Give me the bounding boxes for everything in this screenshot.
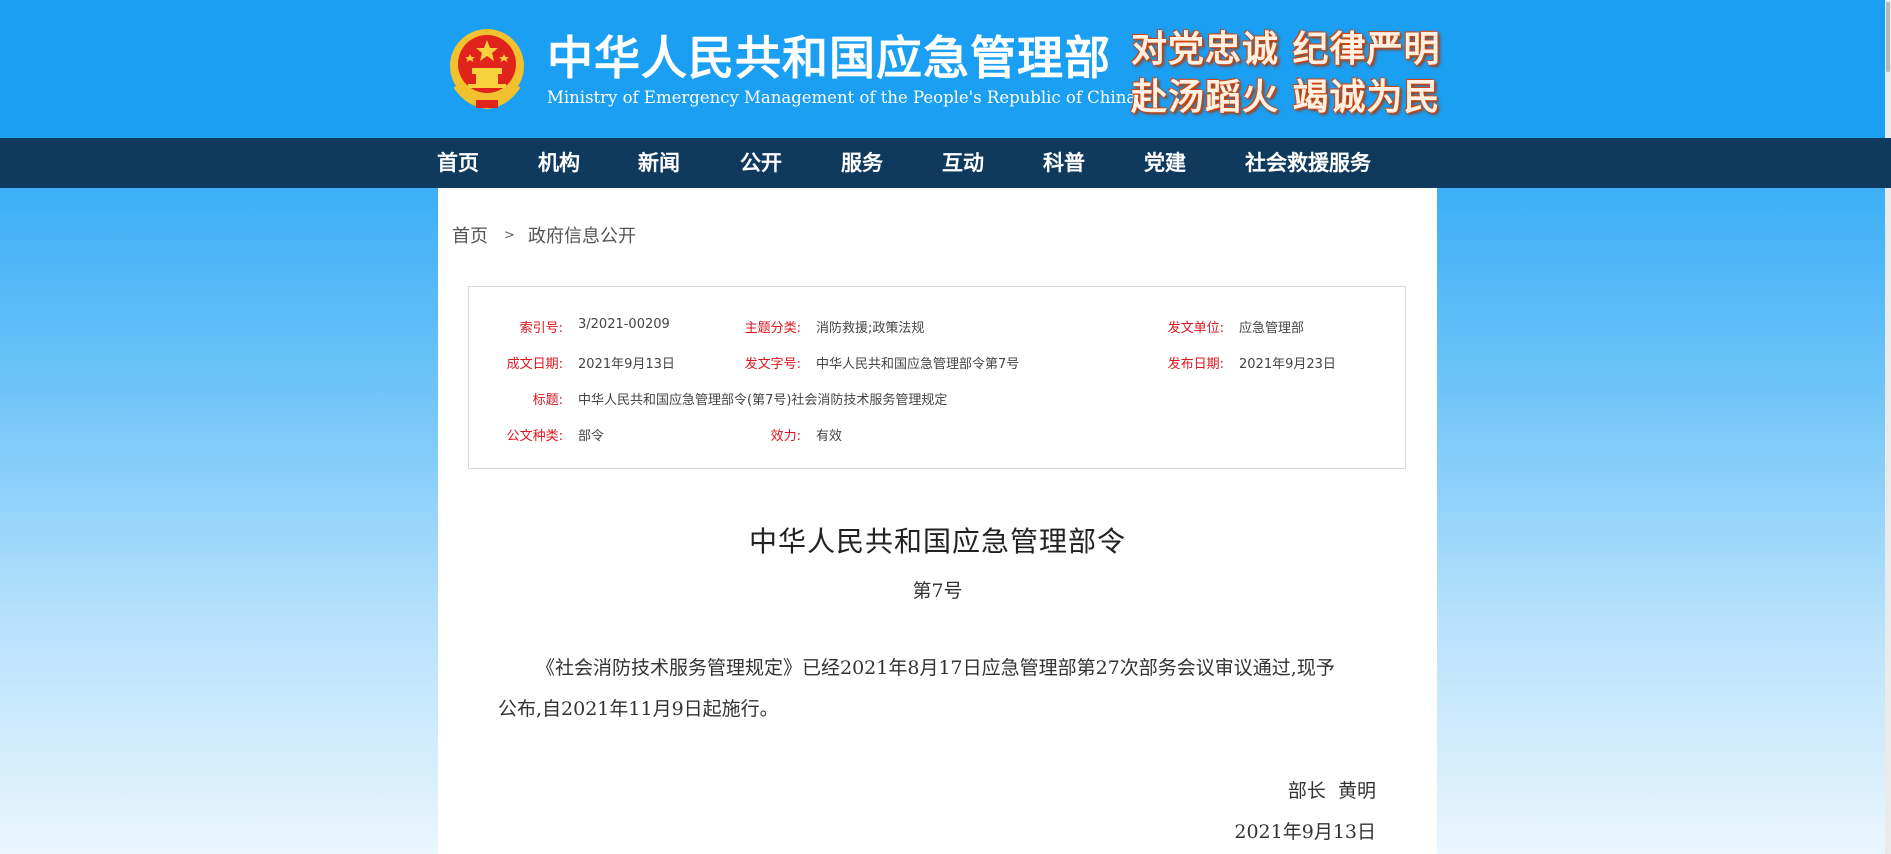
meta-title-label: 标题: — [532, 393, 563, 408]
breadcrumb-home[interactable]: 首页 — [452, 222, 488, 248]
slogan-line-1: 对党忠诚 纪律严明 — [1131, 28, 1441, 70]
nav-item-rescue-services[interactable]: 社会救援服务 — [1245, 138, 1371, 188]
meta-index-value: 3/2021-00209 — [578, 317, 670, 332]
site-header: 中华人民共和国应急管理部 Ministry of Emergency Manag… — [0, 0, 1891, 138]
meta-issuer-value: 应急管理部 — [1239, 321, 1305, 336]
document-metadata: 索引号: 3/2021-00209 主题分类: 消防救援;政策法规 发文单位: … — [468, 286, 1406, 469]
meta-validity-label: 效力: — [770, 429, 801, 444]
meta-written-date-label: 成文日期: — [506, 357, 563, 372]
meta-topic-value: 消防救援;政策法规 — [816, 321, 925, 336]
site-subtitle: Ministry of Emergency Management of the … — [547, 88, 1137, 107]
document-body: 《社会消防技术服务管理规定》已经2021年8月17日应急管理部第27次部务会议审… — [498, 657, 1335, 720]
meta-publish-date-value: 2021年9月23日 — [1239, 357, 1336, 372]
nav-item-news[interactable]: 新闻 — [638, 138, 680, 188]
breadcrumb-current[interactable]: 政府信息公开 — [528, 222, 636, 248]
meta-issuer-label: 发文单位: — [1167, 321, 1224, 336]
nav-item-party[interactable]: 党建 — [1144, 138, 1186, 188]
nav-item-services[interactable]: 服务 — [841, 138, 883, 188]
content-panel: 首页 > 政府信息公开 索引号: 3/2021-00209 主题分类: 消防救援… — [438, 188, 1437, 854]
meta-title-value: 中华人民共和国应急管理部令(第7号)社会消防技术服务管理规定 — [578, 393, 948, 408]
meta-doc-number-value: 中华人民共和国应急管理部令第7号 — [816, 357, 1020, 372]
scrollbar[interactable] — [1885, 0, 1891, 854]
meta-written-date-value: 2021年9月13日 — [578, 357, 675, 372]
document-number: 第7号 — [912, 580, 963, 602]
nav-item-disclosure[interactable]: 公开 — [740, 138, 782, 188]
meta-type-label: 公文种类: — [506, 429, 563, 444]
meta-topic-label: 主题分类: — [744, 321, 801, 336]
document-date: 2021年9月13日 — [1234, 821, 1376, 843]
meta-index-label: 索引号: — [519, 321, 563, 336]
meta-validity-value: 有效 — [816, 429, 843, 444]
national-emblem-icon — [450, 29, 524, 110]
main-nav: 首页 机构 新闻 公开 服务 互动 科普 党建 社会救援服务 — [0, 138, 1891, 188]
nav-item-home[interactable]: 首页 — [437, 138, 479, 188]
breadcrumb-separator: > — [504, 228, 515, 243]
document-title: 中华人民共和国应急管理部令 — [748, 525, 1126, 558]
meta-publish-date-label: 发布日期: — [1167, 357, 1224, 372]
nav-item-interaction[interactable]: 互动 — [942, 138, 984, 188]
slogan-line-2: 赴汤蹈火 竭诚为民 — [1131, 76, 1441, 118]
site-title: 中华人民共和国应急管理部 — [547, 31, 1111, 85]
scrollbar-thumb[interactable] — [1886, 2, 1890, 72]
meta-doc-number-label: 发文字号: — [744, 357, 801, 372]
nav-item-science[interactable]: 科普 — [1043, 138, 1085, 188]
meta-type-value: 部令 — [578, 429, 605, 444]
nav-item-organization[interactable]: 机构 — [538, 138, 580, 188]
document-signatory: 部长 黄明 — [1287, 780, 1376, 802]
